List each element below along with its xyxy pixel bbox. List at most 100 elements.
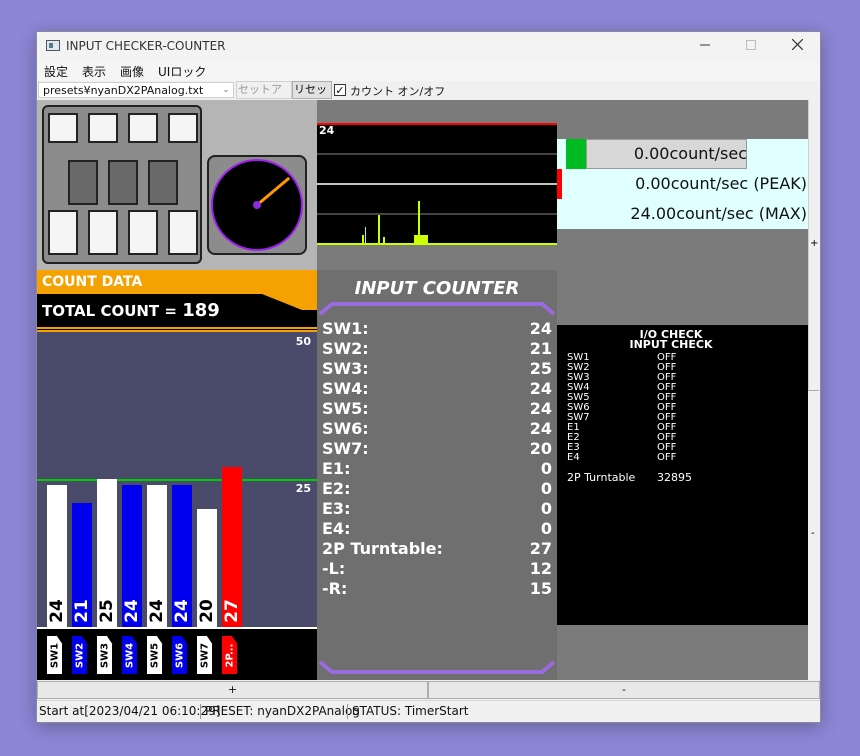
key-e2 <box>88 113 118 143</box>
menu-view[interactable]: 表示 <box>82 63 106 80</box>
bar-category-text: SW2 <box>74 642 86 669</box>
scrollbar-plus[interactable]: + <box>810 238 818 249</box>
bar-category-label: SW4 <box>121 635 138 675</box>
menu-image[interactable]: 画像 <box>120 63 144 80</box>
vertical-scrollbar[interactable]: + - <box>808 100 820 680</box>
total-count-label: TOTAL COUNT = 189 <box>42 300 220 321</box>
io-row: E2 OFF <box>567 433 797 443</box>
plus-button[interactable]: + <box>37 681 428 699</box>
bar-sw7: 20 <box>197 509 217 627</box>
count-bar-chart: 50 25 24 21 25 24 24 24 20 27 <box>37 332 317 629</box>
count-toggle-label[interactable]: カウント オン/オフ <box>350 83 445 99</box>
counter-row: E3: 0 <box>322 499 552 519</box>
io-row: SW3 OFF <box>567 373 797 383</box>
graph-top-label: 24 <box>319 124 335 137</box>
menu-bar: 設定 表示 画像 UIロック <box>37 61 820 81</box>
status-preset: PRESET: nyanDX2PAnalog <box>205 704 360 718</box>
chevron-down-icon[interactable]: ⌄ <box>219 83 233 97</box>
io-row: SW6 OFF <box>567 403 797 413</box>
input-counter-panel: INPUT COUNTER SW1: 24 SW2: 21 SW3: 25 SW4: 24 SW… <box>317 270 557 680</box>
counter-value: 24 <box>529 379 552 398</box>
counter-value: 0 <box>540 499 552 518</box>
count-data-header: COUNT DATA <box>37 270 317 294</box>
counter-row: SW3: 25 <box>322 359 552 379</box>
counter-value: 24 <box>529 319 552 338</box>
counter-row: SW7: 20 <box>322 439 552 459</box>
bar-value-label: 20 <box>197 599 217 623</box>
key-e4 <box>168 113 198 143</box>
counter-value: 24 <box>529 419 552 438</box>
key-e3 <box>128 113 158 143</box>
bar-category-label: SW2 <box>71 635 88 675</box>
title-bar: INPUT CHECKER-COUNTER <box>37 32 820 61</box>
bar-value-label: 27 <box>222 599 242 623</box>
io-row: E3 OFF <box>567 443 797 453</box>
counter-value: 12 <box>529 559 552 578</box>
bar-scale-top: 50 <box>295 335 311 348</box>
counter-key: SW7: <box>322 439 369 458</box>
app-icon <box>46 40 60 51</box>
counter-key: E1: <box>322 459 351 478</box>
bar-value-label: 24 <box>172 599 192 623</box>
window-title: INPUT CHECKER-COUNTER <box>66 39 226 53</box>
bar-sw5: 24 <box>147 485 167 627</box>
turntable-icon <box>211 159 303 251</box>
status-state: STATUS: TimerStart <box>352 704 469 718</box>
bar-value-label: 24 <box>147 599 167 623</box>
preset-path-text: presets¥nyanDX2PAnalog.txt <box>43 84 204 97</box>
bar-category-text: SW7 <box>199 642 211 669</box>
counter-key: SW2: <box>322 339 369 358</box>
input-graph-svg <box>317 123 557 245</box>
scrollbar-minus[interactable]: - <box>811 528 815 539</box>
total-count-value: 189 <box>182 300 220 321</box>
total-count-corner <box>262 294 317 310</box>
counter-value: 21 <box>529 339 552 358</box>
input-check-title: INPUT CHECK <box>629 338 713 351</box>
bar-value-label: 21 <box>72 599 92 623</box>
preset-path-combobox[interactable]: presets¥nyanDX2PAnalog.txt <box>38 82 234 98</box>
key-sw1 <box>48 210 78 255</box>
minimize-icon <box>700 44 710 46</box>
minimize-button[interactable] <box>682 32 728 61</box>
count-toggle-checkbox[interactable]: ✓ <box>334 84 346 96</box>
main-content: COUNT DATA TOTAL COUNT = 189 50 25 24 21 2… <box>37 100 808 680</box>
reset-button[interactable]: リセット <box>292 81 332 112</box>
bar-category-text: SW4 <box>124 642 136 669</box>
counter-key: SW5: <box>322 399 369 418</box>
io-check-panel: I/O CHECK INPUT CHECK 2P Turntable 32895… <box>557 325 808 625</box>
counter-row: -L: 12 <box>322 559 552 579</box>
bar-category-text: SW6 <box>174 642 186 669</box>
io-row: SW7 OFF <box>567 413 797 423</box>
bar-sw2: 21 <box>72 503 92 627</box>
bar-value-label: 24 <box>47 599 67 623</box>
status-separator <box>347 704 348 719</box>
menu-ui-lock[interactable]: UIロック <box>158 63 206 80</box>
input-graph: 24 <box>317 123 557 245</box>
menu-settings[interactable]: 設定 <box>44 63 68 80</box>
counter-top-bracket <box>318 302 556 316</box>
key-e1 <box>48 113 78 143</box>
key-sw4 <box>108 160 138 205</box>
counter-row: SW4: 24 <box>322 379 552 399</box>
minus-button[interactable]: - <box>428 681 820 699</box>
counter-key: -R: <box>322 579 348 598</box>
counter-key: 2P Turntable: <box>322 539 443 558</box>
maximize-button[interactable] <box>728 32 774 61</box>
counter-row: E4: 0 <box>322 519 552 539</box>
counter-value: 0 <box>540 459 552 478</box>
counter-row: -R: 15 <box>322 579 552 599</box>
io-row: SW5 OFF <box>567 393 797 403</box>
bar-category-text: SW1 <box>49 642 61 669</box>
bar-sw6: 24 <box>172 485 192 627</box>
counter-row: SW5: 24 <box>322 399 552 419</box>
setup-button[interactable]: セットアップ <box>236 81 292 112</box>
counter-key: SW3: <box>322 359 369 378</box>
bar-category-text: SW3 <box>99 642 111 669</box>
close-button[interactable] <box>774 32 820 61</box>
bar-category-text: SW5 <box>149 642 161 669</box>
counter-value: 25 <box>529 359 552 378</box>
bar-sw1: 24 <box>47 485 67 627</box>
close-icon <box>791 38 803 51</box>
counter-key: -L: <box>322 559 346 578</box>
counter-value: 15 <box>529 579 552 598</box>
